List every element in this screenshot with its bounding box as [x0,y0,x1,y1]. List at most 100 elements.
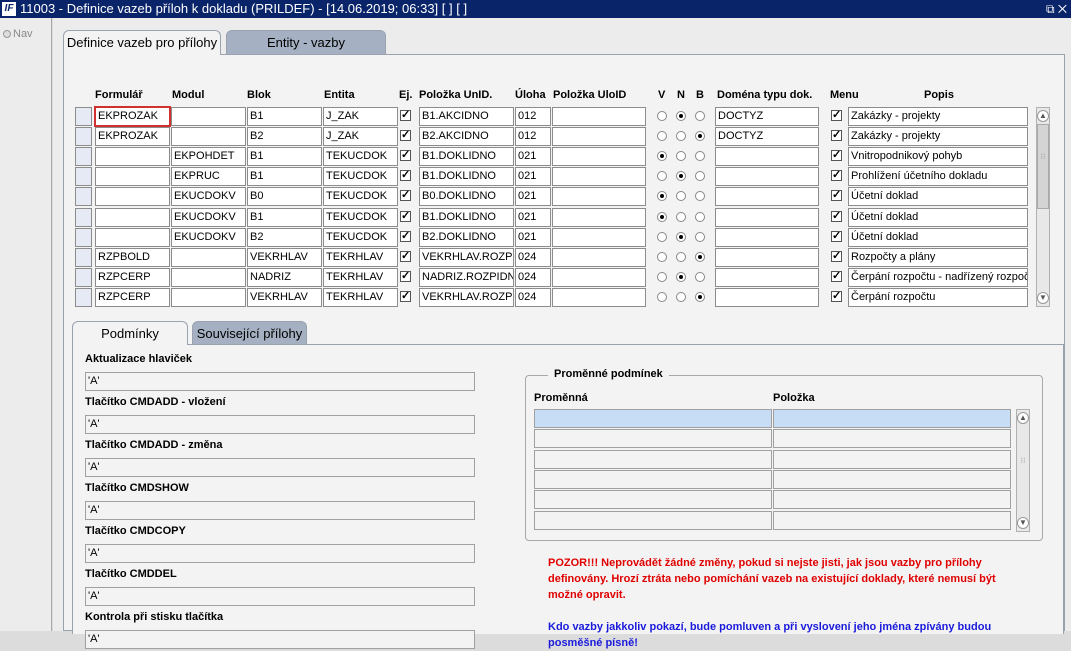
cell-modul[interactable] [171,107,246,126]
scroll-up-icon[interactable]: ▲ [1017,412,1029,424]
cell-uloha[interactable]: 021 [515,227,551,247]
cell-polozka-unid[interactable]: B2.AKCIDNO [419,127,514,147]
row-selector[interactable] [75,227,92,247]
cell-modul[interactable] [171,247,246,267]
cell-formular[interactable]: RZPBOLD [95,247,170,267]
cell-polozka-uloid[interactable] [552,267,646,287]
tab-definice-vazeb[interactable]: Definice vazeb pro přílohy [63,30,221,55]
cell-polozka-unid[interactable]: VEKRHLAV.ROZPI [419,247,514,267]
cell-uloha[interactable]: 012 [515,107,551,126]
cell-popis[interactable]: Čerpání rozpočtu - nadřízený rozpoč [848,267,1028,287]
cell-blok[interactable]: B1 [247,207,322,227]
cell-popis[interactable]: Účetní doklad [848,187,1028,207]
radio-b[interactable] [695,271,705,282]
cell-uloha[interactable]: 024 [515,287,551,307]
cell-blok[interactable]: B1 [247,147,322,167]
grid-scrollbar[interactable]: ▲ ⁝⁝ ▼ [1036,107,1050,307]
radio-n[interactable] [676,131,686,142]
cell-domena[interactable] [715,207,819,227]
radio-v[interactable] [657,211,667,222]
cell-blok[interactable]: B0 [247,187,322,207]
row-selector[interactable] [75,207,92,227]
cell-blok[interactable]: B2 [247,227,322,247]
cell-polozka-uloid[interactable] [552,147,646,167]
cell-polozka-unid[interactable]: B1.DOKLIDNO [419,167,514,187]
variable-cell[interactable] [534,449,772,469]
cell-uloha[interactable]: 021 [515,147,551,167]
radio-n[interactable] [676,151,686,162]
cell-formular[interactable] [95,167,170,187]
radio-v[interactable] [657,271,667,282]
cell-modul[interactable] [171,127,246,147]
cell-polozka-uloid[interactable] [552,287,646,307]
cell-modul[interactable]: EKUCDOKV [171,207,246,227]
item-cell[interactable] [773,409,1011,428]
cell-popis[interactable]: Vnitropodnikový pohyb [848,147,1028,167]
cell-entita[interactable]: TEKUCDOK [323,207,398,227]
cell-polozka-uloid[interactable] [552,107,646,126]
cell-formular[interactable]: EKPROZAK [94,106,171,127]
row-selector[interactable] [75,267,92,287]
radio-b[interactable] [695,171,705,182]
radio-b[interactable] [695,211,705,222]
variable-cell[interactable] [534,490,772,510]
cell-domena[interactable] [715,167,819,187]
radio-b[interactable] [695,231,705,242]
checkbox-menu[interactable]: ✓ [831,230,842,242]
cell-uloha[interactable]: 021 [515,207,551,227]
row-selector[interactable] [75,167,92,187]
checkbox-ej[interactable]: ✓ [400,110,411,121]
cell-polozka-unid[interactable]: NADRIZ.ROZPIDNC [419,267,514,287]
radio-n[interactable] [676,191,686,202]
cell-polozka-unid[interactable]: B1.DOKLIDNO [419,207,514,227]
radio-b[interactable] [695,191,705,202]
checkbox-ej[interactable]: ✓ [400,190,411,202]
checkbox-menu[interactable]: ✓ [831,270,842,282]
radio-n[interactable] [676,271,686,282]
checkbox-ej[interactable]: ✓ [400,130,411,142]
cell-formular[interactable] [95,147,170,167]
cell-uloha[interactable]: 012 [515,127,551,147]
checkbox-menu[interactable]: ✓ [831,130,842,142]
cell-domena[interactable]: DOCTYZ [715,107,819,126]
variable-cell[interactable] [534,510,772,530]
checkbox-ej[interactable]: ✓ [400,230,411,242]
condition-field[interactable]: 'A' [85,372,475,391]
cell-domena[interactable] [715,227,819,247]
cell-uloha[interactable]: 021 [515,167,551,187]
scroll-up-icon[interactable]: ▲ [1037,110,1049,122]
cell-domena[interactable] [715,287,819,307]
cell-uloha[interactable]: 024 [515,267,551,287]
cell-polozka-unid[interactable]: VEKRHLAV.ROZPI [419,287,514,307]
radio-b[interactable] [695,251,705,262]
cell-modul[interactable] [171,267,246,287]
cell-popis[interactable]: Účetní doklad [848,227,1028,247]
cell-blok[interactable]: B1 [247,167,322,187]
cell-polozka-unid[interactable]: B2.DOKLIDNO [419,227,514,247]
cell-popis[interactable]: Prohlížení účetního dokladu [848,167,1028,187]
cell-domena[interactable] [715,147,819,167]
scroll-thumb[interactable] [1037,124,1049,209]
cell-blok[interactable]: B2 [247,127,322,147]
radio-b[interactable] [695,111,705,121]
radio-v[interactable] [657,111,667,121]
radio-v[interactable] [657,171,667,182]
cell-domena[interactable]: DOCTYZ [715,127,819,147]
condition-field[interactable]: 'A' [85,501,475,520]
row-selector[interactable] [75,107,92,126]
cell-polozka-unid[interactable]: B0.DOKLIDNO [419,187,514,207]
cell-modul[interactable]: EKPOHDET [171,147,246,167]
item-cell[interactable] [773,469,1011,489]
cell-popis[interactable]: Rozpočty a plány [848,247,1028,267]
row-selector[interactable] [75,247,92,267]
row-selector[interactable] [75,187,92,207]
tab-podminky[interactable]: Podmínky [72,321,188,345]
cell-formular[interactable] [95,207,170,227]
cell-entita[interactable]: TEKRHLAV [323,267,398,287]
cell-formular[interactable] [95,227,170,247]
cell-popis[interactable]: Čerpání rozpočtu [848,287,1028,307]
restore-window-icon[interactable]: ⧉ ✕ [1046,0,1067,18]
cell-entita[interactable]: TEKUCDOK [323,227,398,247]
cell-entita[interactable]: TEKRHLAV [323,287,398,307]
radio-n[interactable] [676,251,686,262]
